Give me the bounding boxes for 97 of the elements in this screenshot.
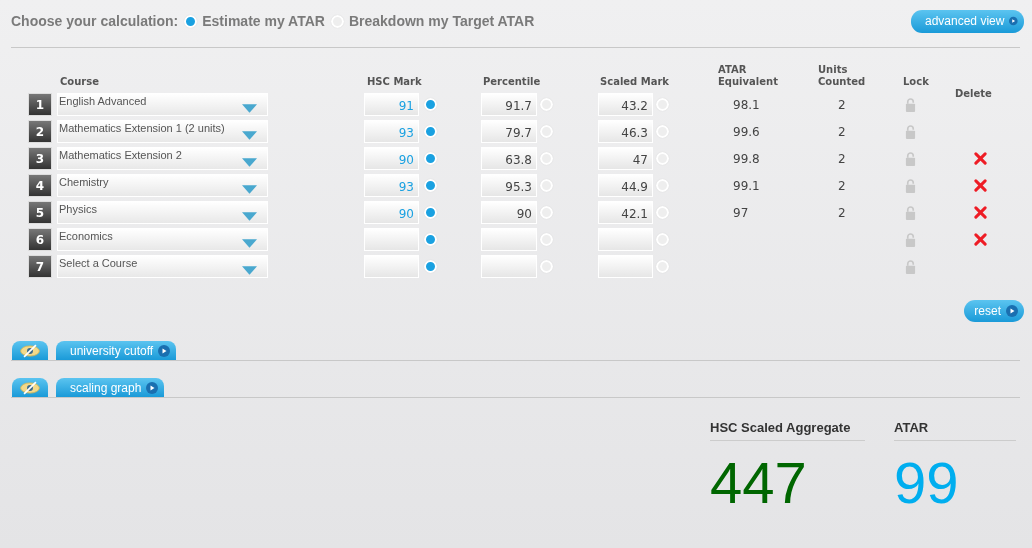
lock-icon[interactable] [904,205,916,220]
visibility-toggle[interactable] [12,378,48,397]
delete-icon[interactable] [974,233,987,246]
row-number: 4 [28,174,52,197]
column-header: Scaled Mark [599,76,670,88]
input-field[interactable]: 42.1 [598,201,653,224]
row-number: 6 [28,228,52,251]
units-counted: 2 [838,97,846,112]
dropdown-icon [242,104,257,113]
radio-button[interactable] [656,260,669,273]
row-number: 2 [28,120,52,143]
units-counted: 2 [838,205,846,220]
input-field[interactable]: 91.7 [481,93,537,116]
column-header: Percentile [482,76,542,88]
course-dropdown[interactable]: English Advanced [57,93,268,116]
course-dropdown[interactable]: Physics [57,201,268,224]
atar-equivalent: 97 [733,205,749,220]
input-field[interactable] [481,255,537,278]
row-number: 5 [28,201,52,224]
radio-button[interactable] [540,206,553,219]
play-icon [158,344,171,357]
delete-icon[interactable] [974,152,987,165]
lock-icon[interactable] [904,97,916,112]
input-field[interactable] [364,228,419,251]
row-number: 7 [28,255,52,278]
radio-button[interactable] [424,206,437,219]
radio-button[interactable] [424,233,437,246]
calculation-label: Choose your calculation: [11,13,179,29]
radio-button[interactable] [540,233,553,246]
column-header: ATAR Equivalent [717,64,778,88]
input-field[interactable] [598,228,653,251]
units-counted: 2 [838,124,846,139]
column-header: Units Counted [817,64,867,88]
result-value: 99 [894,451,960,515]
radio-button[interactable] [424,179,437,192]
input-field[interactable]: 46.3 [598,120,653,143]
radio-button[interactable] [656,206,669,219]
row-number: 1 [28,93,52,116]
result-value: 447 [710,451,808,515]
units-counted: 2 [838,151,846,166]
column-header: Delete [954,88,990,100]
radio-button[interactable] [184,14,198,28]
input-field[interactable]: 44.9 [598,174,653,197]
column-header: HSC Mark [366,76,423,88]
input-field[interactable]: 63.8 [481,147,537,170]
radio-button[interactable] [424,98,437,111]
input-field[interactable] [481,228,537,251]
course-dropdown[interactable]: Economics [57,228,268,251]
course-dropdown[interactable]: Mathematics Extension 1 (2 units) [57,120,268,143]
option-label[interactable]: Estimate my ATAR [202,13,325,29]
result-label: ATAR [894,420,1016,441]
input-field[interactable] [364,255,419,278]
dropdown-icon [242,131,257,140]
radio-button[interactable] [540,260,553,273]
dropdown-icon [242,212,257,221]
course-dropdown[interactable]: Chemistry [57,174,268,197]
dropdown-icon [242,239,257,248]
lock-icon[interactable] [904,124,916,139]
atar-equivalent: 99.1 [733,178,760,193]
radio-button[interactable] [656,179,669,192]
units-counted: 2 [838,178,846,193]
radio-button[interactable] [656,233,669,246]
dropdown-icon [242,185,257,194]
lock-icon[interactable] [904,232,916,247]
result-label: HSC Scaled Aggregate [710,420,865,441]
dropdown-icon [242,158,257,167]
input-field[interactable]: 47 [598,147,653,170]
radio-button[interactable] [424,125,437,138]
atar-equivalent: 99.6 [733,124,760,139]
play-icon [146,381,159,394]
hidden-eye-icon [19,380,41,395]
lock-icon[interactable] [904,259,916,274]
input-field[interactable]: 79.7 [481,120,537,143]
input-field[interactable]: 95.3 [481,174,537,197]
radio-button[interactable] [424,152,437,165]
dropdown-icon [242,266,257,275]
atar-equivalent: 99.8 [733,151,760,166]
column-header: Course [59,76,100,88]
course-dropdown[interactable]: Mathematics Extension 2 [57,147,268,170]
atar-equivalent: 98.1 [733,97,760,112]
column-header: Lock [902,76,930,88]
delete-icon[interactable] [974,179,987,192]
visibility-toggle[interactable] [12,341,48,360]
input-field[interactable]: 90 [481,201,537,224]
hidden-eye-icon [19,343,41,358]
row-number: 3 [28,147,52,170]
radio-button[interactable] [540,179,553,192]
radio-button[interactable] [424,260,437,273]
delete-icon[interactable] [974,206,987,219]
course-dropdown[interactable]: Select a Course [57,255,268,278]
play-icon [1006,305,1018,317]
lock-icon[interactable] [904,151,916,166]
option-label[interactable]: Breakdown my Target ATAR [348,13,535,29]
lock-icon[interactable] [904,178,916,193]
play-icon [1009,15,1018,27]
input-field[interactable]: 43.2 [598,93,653,116]
input-field[interactable] [598,255,653,278]
